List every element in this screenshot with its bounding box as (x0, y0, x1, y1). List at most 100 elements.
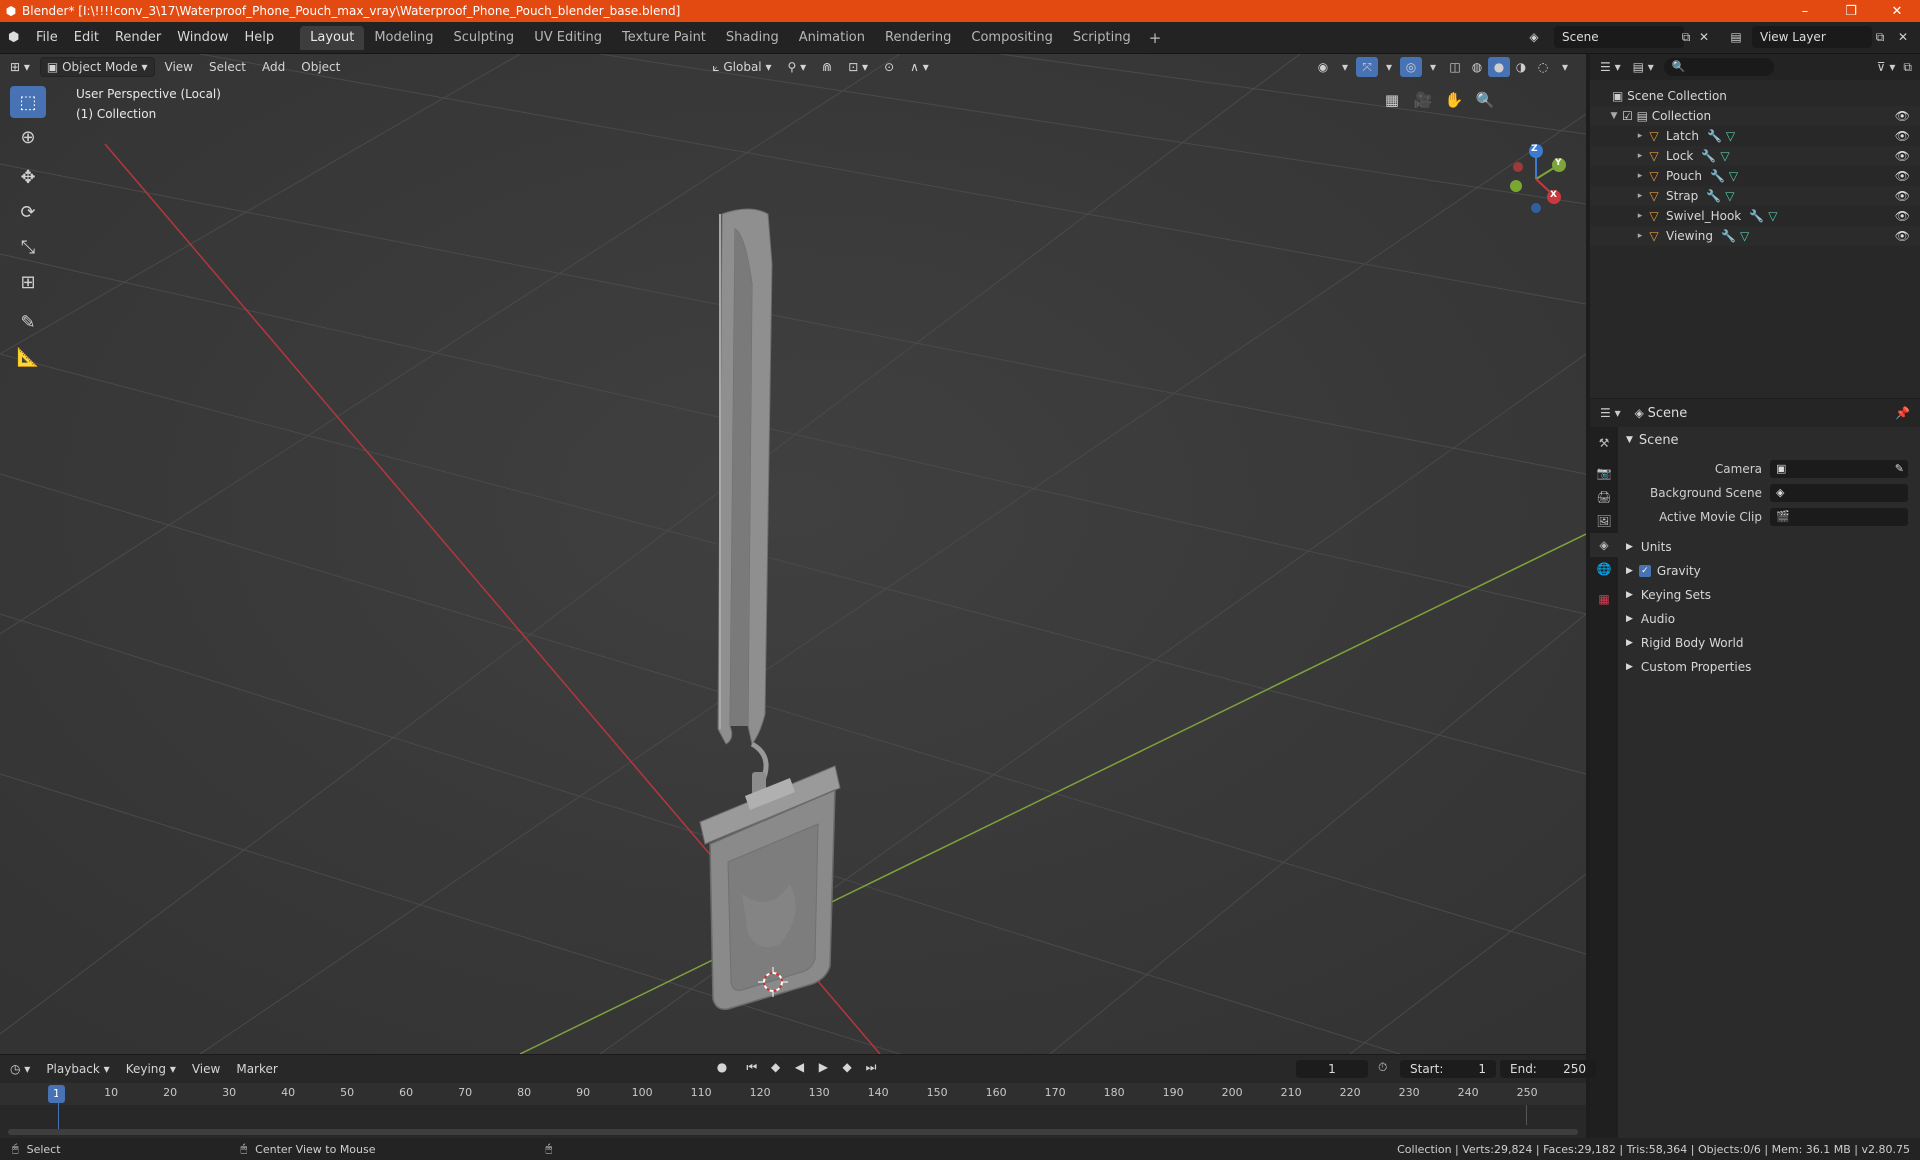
tab-rendering[interactable]: Rendering (875, 26, 961, 50)
gravity-panel[interactable]: ▶ ✓ Gravity (1622, 559, 1914, 583)
visibility-dropdown-icon[interactable]: ▾ (1334, 57, 1356, 77)
eye-icon[interactable]: 👁 (1895, 189, 1910, 203)
eye-icon[interactable]: 👁 (1895, 149, 1910, 163)
proportional-edit-icon[interactable]: ⊙ (878, 57, 900, 77)
camera-view-icon[interactable]: 🎥 (1409, 86, 1437, 114)
wireframe-shading-icon[interactable]: ◍ (1466, 57, 1488, 77)
mesh-data-icon[interactable]: ▽ (1725, 189, 1734, 203)
custom-properties-panel[interactable]: ▶ Custom Properties (1622, 655, 1914, 679)
tab-uv-editing[interactable]: UV Editing (524, 26, 612, 50)
overlay-dropdown-icon[interactable]: ▾ (1422, 57, 1444, 77)
move-tool-icon[interactable]: ✥ (10, 161, 46, 193)
transform-orientation-dropdown[interactable]: ⟀ Global ▾ (706, 57, 777, 77)
current-frame-field[interactable]: 1 (1296, 1060, 1368, 1078)
eye-icon[interactable]: 👁 (1895, 129, 1910, 143)
viewport-menu-select[interactable]: Select (203, 57, 252, 77)
eye-icon[interactable]: 👁 (1895, 169, 1910, 183)
expand-arrow-icon[interactable]: ▸ (1634, 131, 1646, 141)
view-layer-field[interactable]: View Layer (1752, 26, 1872, 48)
next-keyframe-icon[interactable]: ◆ (837, 1060, 857, 1074)
rendered-shading-icon[interactable]: ◌ (1532, 57, 1554, 77)
modifier-wrench-icon[interactable]: 🔧 (1701, 149, 1716, 163)
restore-button[interactable]: ❐ (1828, 4, 1874, 19)
menu-render[interactable]: Render (107, 22, 169, 54)
expand-arrow-icon[interactable]: ▸ (1634, 211, 1646, 221)
visibility-icon[interactable]: ◉ (1312, 57, 1334, 77)
gizmo-dropdown-icon[interactable]: ▾ (1378, 57, 1400, 77)
material-shading-icon[interactable]: ◑ (1510, 57, 1532, 77)
new-collection-icon[interactable]: ⧉ (1903, 60, 1912, 75)
tab-texture-paint[interactable]: Texture Paint (612, 26, 716, 50)
timeline-menu-keying[interactable]: Keying ▾ (120, 1059, 182, 1079)
outliner-collection[interactable]: ▼ ☑ ▤ Collection 👁 (1590, 106, 1920, 126)
viewport-menu-add[interactable]: Add (256, 57, 291, 77)
outliner-editor-icon[interactable]: ☰ ▾ (1600, 60, 1621, 74)
eyedropper-icon[interactable]: ✎ (1895, 460, 1904, 478)
audio-panel[interactable]: ▶ Audio (1622, 607, 1914, 631)
measure-tool-icon[interactable]: 📐 (10, 341, 46, 373)
eye-icon[interactable]: 👁 (1895, 109, 1910, 123)
end-frame-field[interactable]: End: 250 (1500, 1060, 1596, 1078)
transform-tool-icon[interactable]: ⊞ (10, 266, 46, 298)
expand-arrow-icon[interactable]: ▸ (1634, 151, 1646, 161)
shading-dropdown-icon[interactable]: ▾ (1554, 57, 1576, 77)
mesh-data-icon[interactable]: ▽ (1768, 209, 1777, 223)
scene-name-field[interactable]: Scene (1554, 26, 1684, 48)
keying-sets-panel[interactable]: ▶ Keying Sets (1622, 583, 1914, 607)
modifier-wrench-icon[interactable]: 🔧 (1706, 189, 1721, 203)
render-tab-icon[interactable]: 📷 (1590, 461, 1618, 485)
outliner-scene-collection[interactable]: ▣ Scene Collection (1590, 86, 1920, 106)
rotate-tool-icon[interactable]: ⟳ (10, 196, 46, 228)
eye-icon[interactable]: 👁 (1895, 229, 1910, 243)
tab-sculpting[interactable]: Sculpting (443, 26, 524, 50)
expand-arrow-icon[interactable]: ▼ (1608, 111, 1620, 121)
view-layer-icon[interactable]: ▤ (1726, 27, 1746, 47)
new-scene-icon[interactable]: ⧉ (1676, 27, 1696, 47)
output-tab-icon[interactable]: 🖨 (1590, 485, 1618, 509)
outliner-search-input[interactable]: 🔍 (1663, 58, 1774, 76)
texture-tab-icon[interactable]: ▦ (1590, 587, 1618, 611)
select-box-tool-icon[interactable]: ⬚ (10, 86, 46, 118)
snap-icon[interactable]: ⋒ (816, 57, 838, 77)
properties-editor-icon[interactable]: ☰ ▾ (1600, 406, 1621, 420)
pan-hand-icon[interactable]: ✋ (1440, 86, 1468, 114)
tab-shading[interactable]: Shading (716, 26, 789, 50)
menu-file[interactable]: File (28, 22, 66, 54)
outliner-object-lock[interactable]: ▸ ▽ Lock 🔧 ▽ 👁 (1590, 146, 1920, 166)
zoom-icon[interactable]: 🔍 (1471, 86, 1499, 114)
viewport-menu-object[interactable]: Object (295, 57, 346, 77)
camera-field[interactable]: ▣ ✎ (1770, 460, 1908, 478)
falloff-icon[interactable]: ∧ ▾ (904, 57, 935, 77)
outliner-object-strap[interactable]: ▸ ▽ Strap 🔧 ▽ 👁 (1590, 186, 1920, 206)
tool-tab-icon[interactable]: ⚒ (1590, 431, 1618, 455)
pivot-point-icon[interactable]: ⚲ ▾ (781, 57, 812, 77)
timeline-scrollbar[interactable] (8, 1129, 1578, 1135)
outliner-object-latch[interactable]: ▸ ▽ Latch 🔧 ▽ 👁 (1590, 126, 1920, 146)
stopwatch-icon[interactable]: ⏱ (1378, 1060, 1387, 1075)
pin-icon[interactable]: 📌 (1895, 406, 1910, 420)
eye-icon[interactable]: 👁 (1895, 209, 1910, 223)
timeline-menu-view[interactable]: View (186, 1059, 226, 1079)
xray-toggle-icon[interactable]: ◫ (1444, 57, 1466, 77)
object-mode-dropdown[interactable]: ▣ Object Mode ▾ (39, 57, 155, 77)
view-layer-tab-icon[interactable]: 🖼 (1590, 509, 1618, 533)
delete-scene-icon[interactable]: ✕ (1694, 27, 1714, 47)
rigid-body-world-panel[interactable]: ▶ Rigid Body World (1622, 631, 1914, 655)
timeline-menu-playback[interactable]: Playback ▾ (40, 1059, 115, 1079)
tab-modeling[interactable]: Modeling (364, 26, 443, 50)
outliner-object-swivel-hook[interactable]: ▸ ▽ Swivel_Hook 🔧 ▽ 👁 (1590, 206, 1920, 226)
mesh-data-icon[interactable]: ▽ (1726, 129, 1735, 143)
modifier-wrench-icon[interactable]: 🔧 (1721, 229, 1736, 243)
filter-icon[interactable]: ⊽ ▾ (1877, 60, 1896, 74)
tab-layout[interactable]: Layout (300, 25, 365, 50)
blender-menu-icon[interactable]: ⬢ (8, 30, 28, 45)
record-icon[interactable]: ● (712, 1060, 732, 1074)
3d-viewport[interactable]: Z Y X ⊞ ▾ ▣ Object Mode ▾ View Select Ad… (0, 54, 1586, 1054)
expand-arrow-icon[interactable]: ▸ (1634, 191, 1646, 201)
tab-animation[interactable]: Animation (789, 26, 875, 50)
scene-tab-icon[interactable]: ◈ (1590, 533, 1618, 557)
minimize-button[interactable]: – (1782, 4, 1828, 19)
modifier-wrench-icon[interactable]: 🔧 (1749, 209, 1764, 223)
viewport-menu-view[interactable]: View (159, 57, 199, 77)
gravity-checkbox[interactable]: ✓ (1638, 565, 1651, 577)
